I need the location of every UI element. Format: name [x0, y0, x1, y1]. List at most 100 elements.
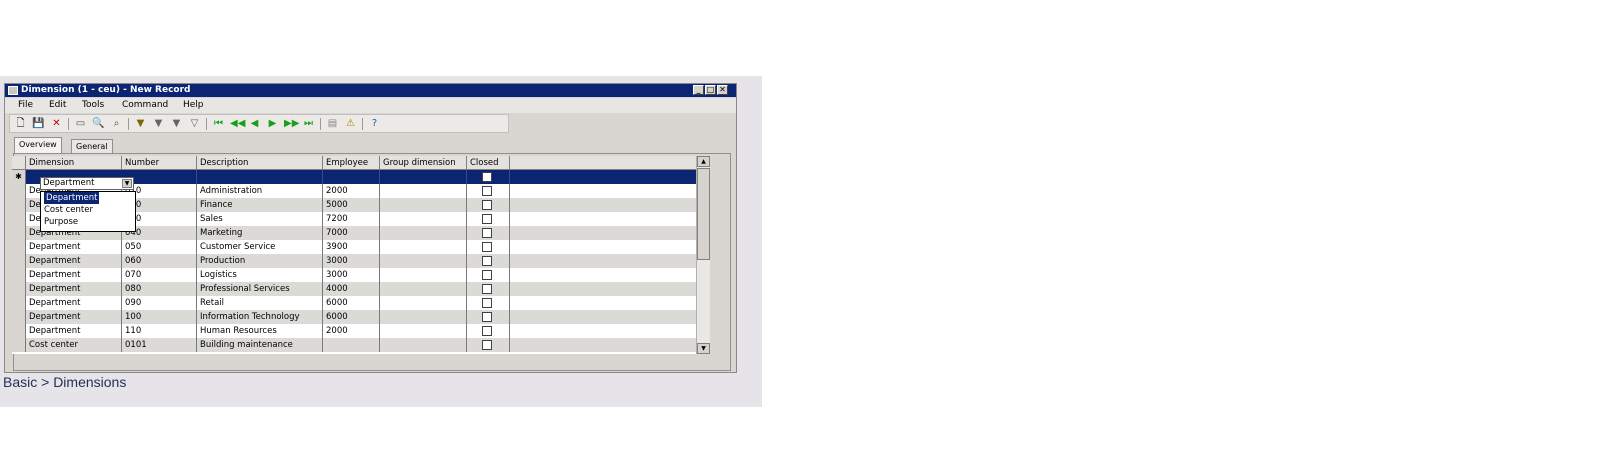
cell-number[interactable]: 0101	[122, 338, 197, 352]
cell-group-dimension[interactable]	[380, 240, 467, 254]
cell-closed[interactable]	[467, 296, 510, 310]
menu-help[interactable]: Help	[183, 100, 204, 110]
cell-closed[interactable]	[467, 212, 510, 226]
closed-checkbox[interactable]	[482, 242, 492, 252]
cell-closed[interactable]	[467, 226, 510, 240]
column-header-group-dimension[interactable]: Group dimension	[380, 156, 467, 170]
row-selector[interactable]	[12, 198, 26, 212]
column-header-number[interactable]: Number	[122, 156, 197, 170]
closed-checkbox[interactable]	[482, 298, 492, 308]
cell-group-dimension[interactable]	[380, 324, 467, 338]
cell-employee[interactable]: 5000	[323, 198, 380, 212]
cell-dimension[interactable]: Department	[26, 268, 122, 282]
cell-employee[interactable]: 2000	[323, 324, 380, 338]
cell-number[interactable]: 070	[122, 268, 197, 282]
remove-filter-icon[interactable]: ▽	[188, 118, 201, 130]
cell-group-dimension[interactable]	[380, 282, 467, 296]
print-preview-icon[interactable]: 🔍	[92, 118, 105, 130]
table-row[interactable]: Department 080 Professional Services 4000	[12, 282, 696, 296]
cell-description[interactable]: Information Technology	[197, 310, 323, 324]
cell-closed[interactable]	[467, 170, 510, 184]
row-selector[interactable]	[12, 184, 26, 198]
save-icon[interactable]: 💾	[32, 118, 45, 130]
previous-record-icon[interactable]: ◀	[248, 118, 261, 130]
closed-checkbox[interactable]	[482, 186, 492, 196]
cell-dimension[interactable]: Department	[26, 310, 122, 324]
closed-checkbox[interactable]	[482, 284, 492, 294]
row-selector[interactable]	[12, 338, 26, 352]
cell-employee[interactable]: 2000	[323, 184, 380, 198]
tab-general[interactable]: General	[71, 139, 113, 153]
maximize-button[interactable]: □	[705, 85, 716, 95]
cell-employee[interactable]: 6000	[323, 310, 380, 324]
cell-employee[interactable]: 7000	[323, 226, 380, 240]
scroll-down-icon[interactable]: ▼	[697, 343, 710, 354]
cell-description[interactable]	[197, 170, 323, 184]
cell-group-dimension[interactable]	[380, 268, 467, 282]
cell-description[interactable]: Human Resources	[197, 324, 323, 338]
closed-checkbox[interactable]	[482, 256, 492, 266]
table-row[interactable]: Cost center 0101 Building maintenance	[12, 338, 696, 352]
filter-by-selection-icon[interactable]: ▼	[152, 118, 165, 130]
cell-number[interactable]: 050	[122, 240, 197, 254]
title-bar[interactable]: Dimension (1 - ceu) - New Record _ □ ✕	[5, 84, 736, 97]
next-page-icon[interactable]: ▶▶	[284, 118, 299, 130]
row-selector[interactable]	[12, 254, 26, 268]
dropdown-option[interactable]: Purpose	[41, 216, 135, 228]
cell-employee[interactable]: 3000	[323, 268, 380, 282]
cell-employee[interactable]: 6000	[323, 296, 380, 310]
cell-employee[interactable]	[323, 338, 380, 352]
menu-edit[interactable]: Edit	[49, 100, 66, 110]
column-header-employee[interactable]: Employee	[323, 156, 380, 170]
closed-checkbox[interactable]	[482, 228, 492, 238]
table-row[interactable]: Department 070 Logistics 3000	[12, 268, 696, 282]
alert-icon[interactable]: ⚠	[344, 118, 357, 130]
column-header-description[interactable]: Description	[197, 156, 323, 170]
cell-dimension[interactable]: Department	[26, 282, 122, 296]
closed-checkbox[interactable]	[482, 270, 492, 280]
row-selector[interactable]	[12, 296, 26, 310]
new-icon[interactable]: 🗋	[14, 118, 27, 130]
cell-description[interactable]: Professional Services	[197, 282, 323, 296]
minimize-button[interactable]: _	[693, 85, 704, 95]
cell-number[interactable]: 100	[122, 310, 197, 324]
previous-page-icon[interactable]: ◀◀	[230, 118, 245, 130]
cell-employee[interactable]: 4000	[323, 282, 380, 296]
cell-closed[interactable]	[467, 338, 510, 352]
menu-file[interactable]: File	[18, 100, 33, 110]
document-handling-icon[interactable]: ▤	[326, 118, 339, 130]
menu-command[interactable]: Command	[122, 100, 168, 110]
cell-description[interactable]: Sales	[197, 212, 323, 226]
cell-number[interactable]: 060	[122, 254, 197, 268]
menu-tools[interactable]: Tools	[82, 100, 104, 110]
cell-dimension[interactable]: Cost center	[26, 338, 122, 352]
cell-group-dimension[interactable]	[380, 310, 467, 324]
cell-closed[interactable]	[467, 198, 510, 212]
cell-group-dimension[interactable]	[380, 198, 467, 212]
cell-dimension[interactable]: Department	[26, 254, 122, 268]
cell-group-dimension[interactable]	[380, 338, 467, 352]
cell-number[interactable]: 080	[122, 282, 197, 296]
cell-dimension[interactable]: Department	[26, 296, 122, 310]
table-row[interactable]: Department 100 Information Technology 6000	[12, 310, 696, 324]
dropdown-option[interactable]: Department	[41, 192, 135, 204]
cell-number[interactable]: 090	[122, 296, 197, 310]
next-record-icon[interactable]: ▶	[266, 118, 279, 130]
cell-closed[interactable]	[467, 282, 510, 296]
dropdown-option[interactable]: Cost center	[41, 204, 135, 216]
cell-dimension[interactable]: Department	[26, 240, 122, 254]
filter-icon[interactable]: ▼	[134, 118, 147, 130]
help-icon[interactable]: ?	[368, 118, 381, 130]
scrollbar-thumb[interactable]	[697, 168, 710, 260]
cell-description[interactable]: Retail	[197, 296, 323, 310]
row-selector[interactable]	[12, 310, 26, 324]
row-selector[interactable]	[12, 324, 26, 338]
first-record-icon[interactable]: ⏮	[212, 118, 225, 130]
closed-checkbox[interactable]	[482, 340, 492, 350]
dimension-combobox[interactable]: Department ▼	[40, 177, 134, 190]
closed-checkbox[interactable]	[482, 214, 492, 224]
cell-group-dimension[interactable]	[380, 296, 467, 310]
column-header-closed[interactable]: Closed	[467, 156, 510, 170]
cell-closed[interactable]	[467, 268, 510, 282]
print-icon[interactable]: ▭	[74, 118, 87, 130]
